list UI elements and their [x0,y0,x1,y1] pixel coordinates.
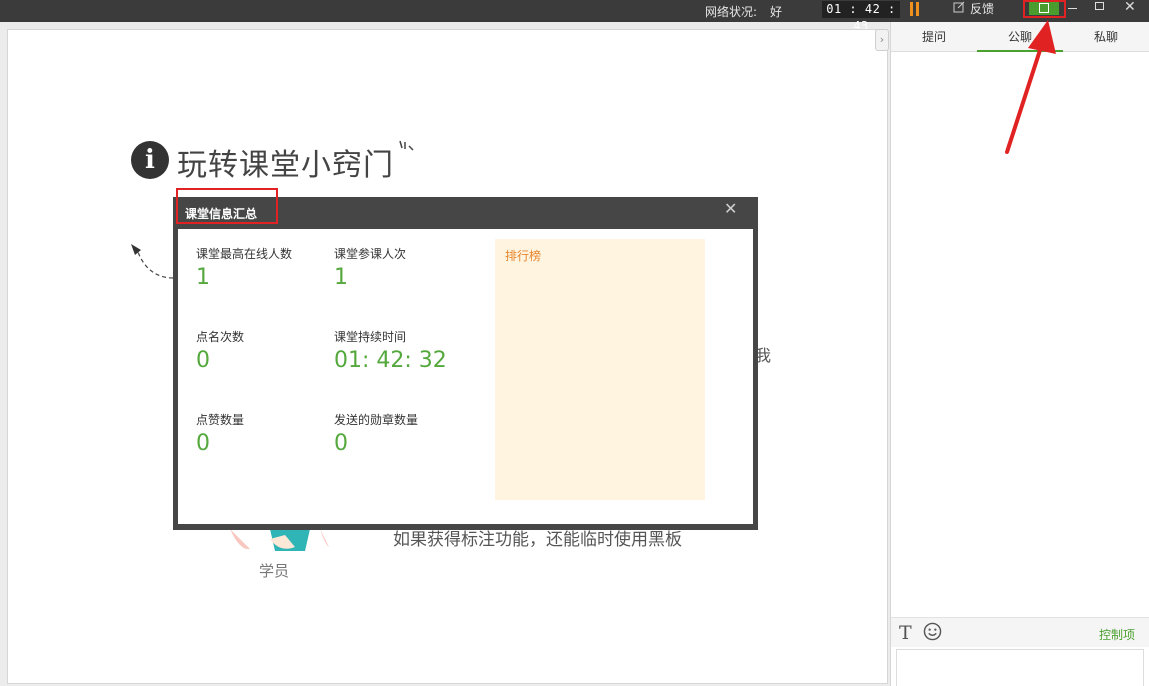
chat-input[interactable] [896,649,1144,686]
app-window: 网络状况: 好 01 : 42 : 43 反馈 ✕ › i 玩转课堂小窍门 我 … [0,0,1149,686]
ranking-panel: 排行榜 [495,239,705,500]
collapse-panel-button[interactable]: › [875,29,889,51]
dialog-body: 课堂最高在线人数 1 课堂参课人次 1 点名次数 0 课堂持续时间 01: 42… [178,229,753,524]
tab-private-chat[interactable]: 私聊 [1063,22,1149,52]
ranking-label: 排行榜 [505,249,542,263]
sparkle-icon [399,140,414,151]
feedback-icon[interactable] [953,1,965,13]
class-summary-dialog: 课堂信息汇总 ✕ 课堂最高在线人数 1 课堂参课人次 1 点名次数 0 课堂持续… [173,197,758,530]
network-status-label: 网络状况: [705,5,758,19]
control-options-link[interactable]: 控制项 [1099,626,1135,643]
stat-value: 0 [196,431,210,456]
stat-label: 课堂参课人次 [334,247,407,261]
close-icon[interactable]: ✕ [1124,0,1136,15]
student-illustration [230,529,329,551]
stat-attendance: 课堂参课人次 1 [334,245,406,290]
text-format-icon[interactable]: T [899,622,912,644]
stat-duration: 课堂持续时间 01: 42: 32 [334,328,447,373]
stat-roll-calls: 点名次数 0 [196,328,244,373]
pause-icon[interactable] [910,2,920,16]
stat-label: 点赞数量 [196,413,245,427]
stat-value: 0 [334,431,348,456]
annotation-arrow [1005,20,1056,154]
emoji-icon[interactable] [923,622,942,641]
stat-label: 点名次数 [196,330,245,344]
maximize-icon[interactable] [1095,2,1104,10]
stat-max-online: 课堂最高在线人数 1 [196,245,292,290]
stat-value: 1 [196,265,210,290]
stat-value: 01: 42: 32 [334,348,447,373]
stat-label: 课堂持续时间 [334,330,407,344]
stat-value: 1 [334,265,348,290]
minimize-icon[interactable] [1068,8,1077,9]
annotation-highlight [176,188,278,224]
stat-label: 发送的勋章数量 [334,413,419,427]
class-timer: 01 : 42 : 43 [822,1,900,33]
stat-medals: 发送的勋章数量 0 [334,411,418,456]
tab-questions[interactable]: 提问 [891,22,977,52]
title-bar: 网络状况: 好 01 : 42 : 43 反馈 ✕ [0,0,1149,33]
dialog-close-icon[interactable]: ✕ [724,199,737,218]
stat-value: 0 [196,348,210,373]
stat-label: 课堂最高在线人数 [196,247,293,261]
network-status-value: 好 [770,5,783,19]
chat-toolbar: T 控制项 [891,617,1149,647]
student-label: 学员 [259,562,290,580]
stat-likes: 点赞数量 0 [196,411,244,456]
tips-title: 玩转课堂小窍门 [177,148,394,183]
info-icon: i [131,141,169,179]
